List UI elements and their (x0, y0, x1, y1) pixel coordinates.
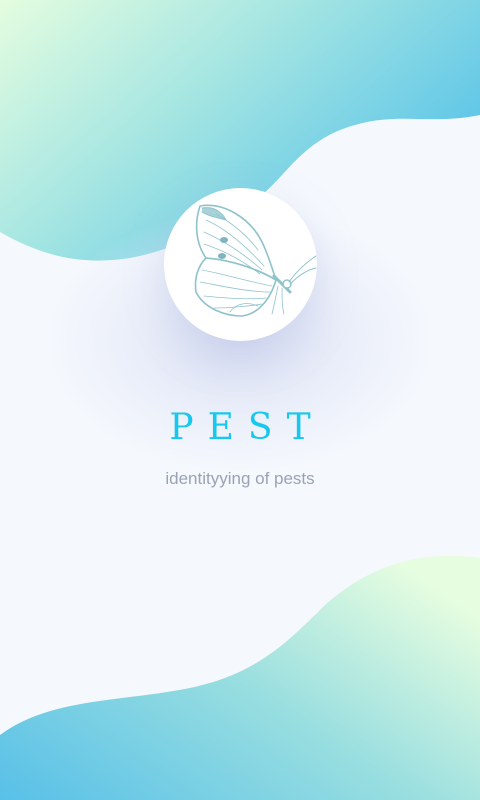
app-title: PEST (169, 407, 325, 448)
app-logo (164, 188, 317, 341)
butterfly-icon (194, 204, 317, 317)
app-subtitle: identityying of pests (165, 469, 315, 488)
bottom-wave-decoration (0, 555, 480, 800)
splash-screen: PEST identityying of pests (0, 0, 480, 800)
